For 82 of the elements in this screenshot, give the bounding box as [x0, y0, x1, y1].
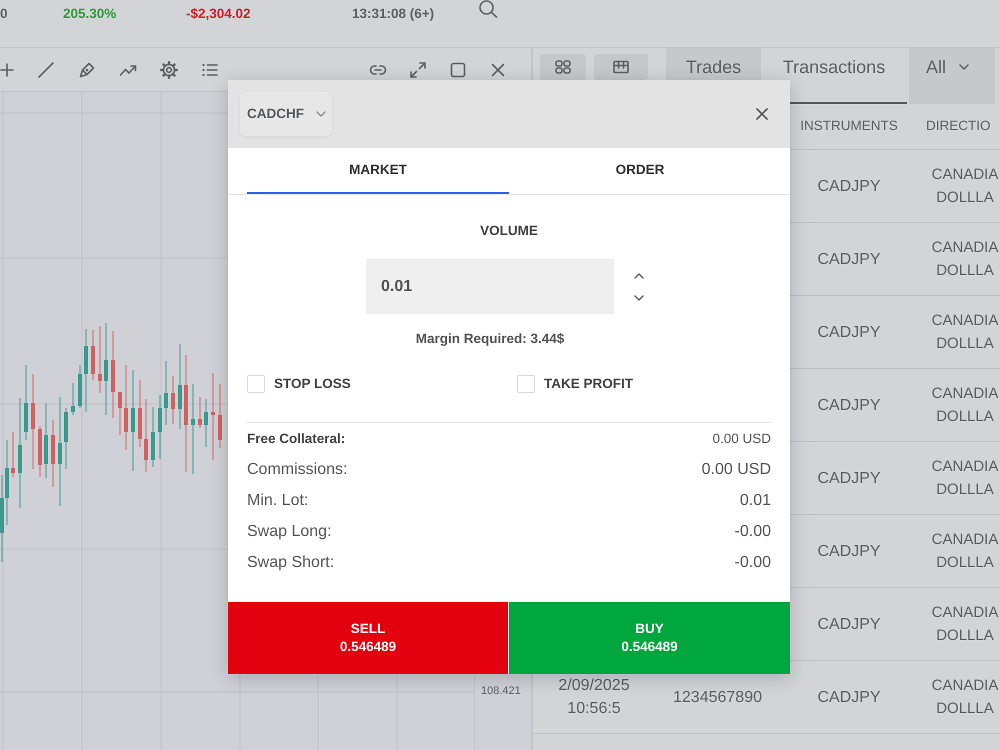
table-cell-text: 2/09/2025 10:56:5: [557, 676, 631, 719]
table-cell-text: CANADIA DOLLLA: [930, 603, 1000, 646]
candlestick: [98, 326, 102, 394]
candlestick: [164, 360, 168, 426]
detail-label: Swap Short:: [247, 552, 334, 573]
candlestick: [91, 330, 95, 380]
settings-icon[interactable]: [160, 60, 178, 78]
view-button[interactable]: [540, 54, 586, 80]
detail-value: 0.00 USD: [702, 460, 771, 480]
table-cell-text: CANADIA DOLLLA: [930, 238, 1000, 281]
stat-value: 205.30%: [63, 6, 116, 22]
detail-label: Free Collateral:: [247, 430, 346, 448]
candlestick: [71, 382, 75, 416]
table-cell-text: CANADIA DOLLLA: [930, 384, 1000, 427]
close-icon[interactable]: [756, 108, 768, 120]
table-cell-text: CADJPY: [817, 396, 881, 416]
checkbox[interactable]: [247, 375, 265, 394]
detail-value: 0.00 USD: [712, 430, 771, 448]
table-cell-text: CADJPY: [817, 542, 881, 562]
table-cell-text: 1234567890: [673, 688, 762, 708]
table-cell-text: CADJPY: [817, 322, 881, 342]
grid-icon: [555, 60, 571, 74]
candlestick: [51, 420, 55, 488]
candlestick: [151, 406, 155, 468]
plus-icon[interactable]: [0, 62, 14, 76]
column-header: INSTRUMENTS: [800, 117, 898, 136]
checkbox-label[interactable]: TAKE PROFIT: [544, 374, 633, 394]
candlestick: [118, 392, 122, 436]
view-button[interactable]: [594, 54, 648, 80]
volume-label: VOLUME: [480, 222, 538, 240]
table-cell-text: CADJPY: [817, 614, 881, 634]
panel-icon: [613, 60, 629, 74]
column-header: DIRECTIO: [926, 117, 991, 136]
symbol-dropdown[interactable]: CADCHF: [240, 92, 332, 136]
table-cell-text: CADJPY: [817, 688, 881, 708]
chevron-up-icon[interactable]: [634, 272, 644, 278]
pen-icon[interactable]: [78, 60, 96, 78]
table-cell-text: CANADIA DOLLLA: [930, 311, 1000, 354]
detail-value: -0.00: [734, 552, 771, 573]
stat-value: 0: [0, 6, 8, 22]
table-cell-text: CADJPY: [817, 176, 881, 196]
chevron-down-icon: [316, 111, 326, 117]
table-cell-text: CADJPY: [817, 468, 881, 488]
checkbox[interactable]: [517, 375, 535, 394]
candlestick: [218, 384, 222, 448]
detail-value: -0.00: [734, 522, 771, 542]
square-icon[interactable]: [449, 60, 467, 78]
filter-dropdown[interactable]: All: [909, 48, 995, 104]
chevron-down-icon: [959, 64, 970, 70]
stat-value: -$2,304.02: [186, 6, 251, 22]
chevron-down-icon[interactable]: [634, 294, 644, 300]
tab[interactable]: MARKET: [247, 148, 509, 194]
table-cell-text: CANADIA DOLLLA: [930, 165, 1000, 208]
line-tool-icon[interactable]: [37, 60, 55, 78]
table-cell-text: CADJPY: [817, 250, 881, 270]
table-cell-text: CANADIA DOLLLA: [930, 530, 1000, 573]
expand-icon[interactable]: [409, 60, 427, 78]
candlestick: [78, 364, 82, 408]
candlestick: [158, 394, 162, 460]
candlestick: [171, 376, 175, 424]
tab[interactable]: ORDER: [509, 148, 771, 194]
margin-required-text: Margin Required: 3.44$: [414, 330, 566, 348]
close-icon[interactable]: [489, 60, 507, 78]
candlestick: [138, 380, 142, 448]
candlestick: [204, 398, 208, 448]
candlestick: [38, 426, 42, 478]
table-cell-text: CANADIA DOLLLA: [930, 457, 1000, 500]
price-label: 108.421: [481, 684, 522, 698]
detail-label: Swap Long:: [247, 522, 332, 542]
detail-label: Commissions:: [247, 460, 348, 480]
sell-button[interactable]: SELL 0.546489: [228, 602, 508, 674]
table-cell-text: CANADIA DOLLLA: [930, 676, 1000, 719]
candlestick: [198, 396, 202, 428]
search-icon[interactable]: [478, 0, 498, 18]
buy-button[interactable]: BUY 0.546489: [509, 602, 790, 674]
candlestick: [11, 432, 15, 478]
detail-label: Min. Lot:: [247, 490, 308, 511]
checkbox-label[interactable]: STOP LOSS: [274, 374, 351, 394]
volume-input[interactable]: 0.01: [366, 259, 614, 314]
stat-value: 13:31:08 (6+): [352, 6, 434, 22]
candlestick: [64, 408, 68, 470]
detail-value: 0.01: [740, 490, 771, 511]
